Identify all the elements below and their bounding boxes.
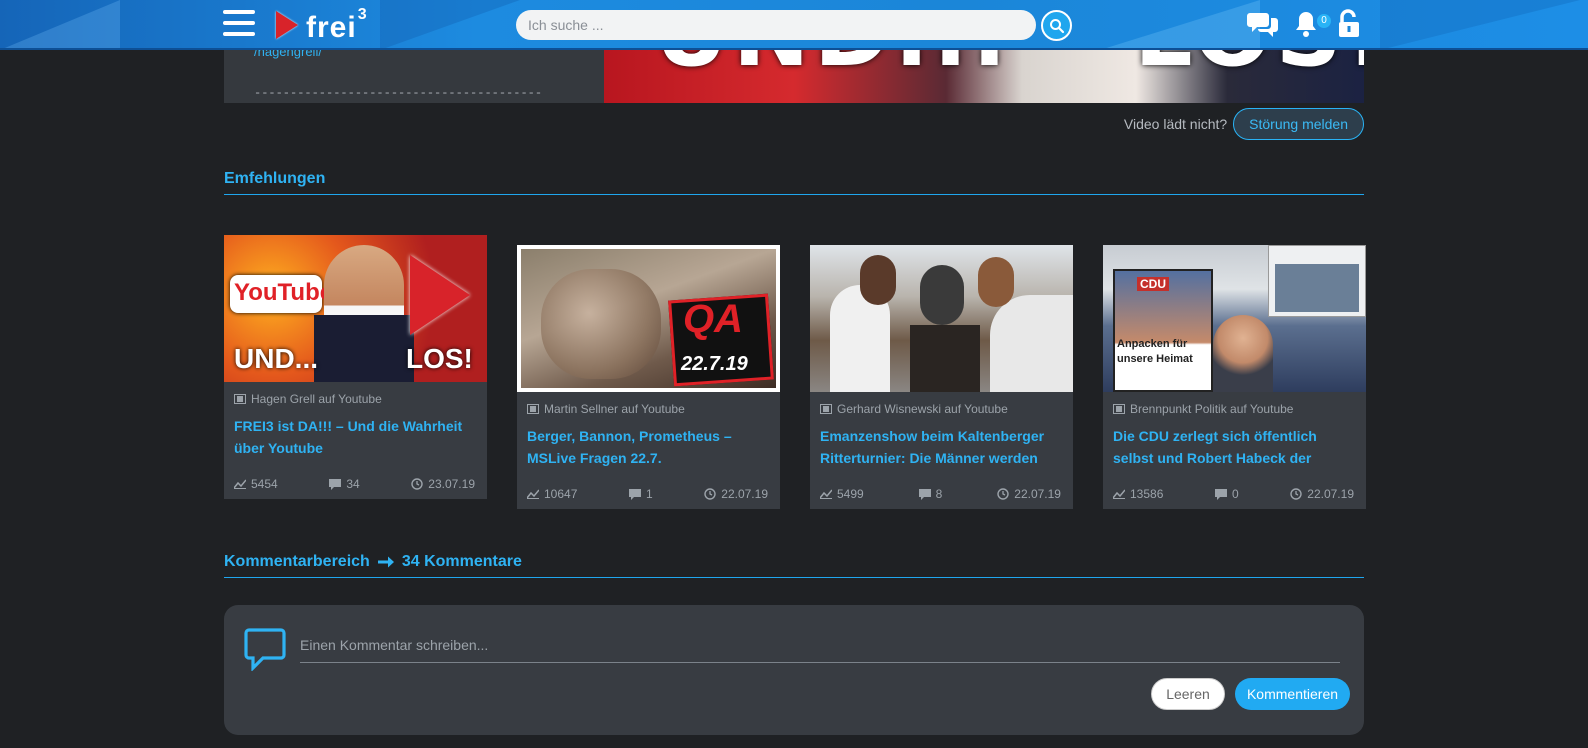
video-thumbnail[interactable] — [810, 245, 1073, 392]
submit-comment-button[interactable]: Kommentieren — [1235, 678, 1350, 710]
film-icon — [527, 404, 539, 414]
recommendation-card[interactable]: CDU Anpacken für unsere Heimat Brennpunk… — [1103, 245, 1366, 509]
thumb-text-und: UND... — [234, 343, 318, 374]
logo-superscript: 3 — [357, 5, 368, 23]
video-title-link[interactable]: Berger, Bannon, Prometheus – MSLive Frag… — [527, 425, 770, 469]
unlock-icon[interactable] — [1337, 9, 1361, 44]
comments-title-prefix: Kommentarbereich — [224, 553, 370, 570]
thumb-horse-right — [990, 295, 1073, 392]
thumb-poster-slogan: Anpacken für unsere Heimat — [1117, 338, 1193, 365]
chart-icon — [1113, 489, 1125, 499]
comment-icon — [329, 478, 342, 490]
comments-divider — [224, 577, 1364, 578]
upload-date: 23.07.19 — [411, 477, 475, 491]
thumb-cdu-text: CDU — [1137, 277, 1169, 291]
comments-count: 1 — [628, 487, 653, 501]
thumb-rider-right — [978, 257, 1014, 307]
clock-icon — [411, 478, 423, 490]
report-issue-button[interactable]: Störung melden — [1233, 108, 1364, 140]
chart-icon — [527, 489, 539, 499]
menu-icon[interactable] — [223, 10, 255, 40]
video-thumbnail[interactable]: QA 22.7.19 — [517, 245, 780, 392]
upload-date: 22.07.19 — [1290, 487, 1354, 501]
comments-count: 0 — [1214, 487, 1239, 501]
search-input[interactable] — [516, 10, 1036, 40]
comment-form: Leeren Kommentieren — [224, 605, 1364, 735]
arrow-right-icon — [377, 556, 394, 568]
thumb-rider-left — [860, 255, 896, 305]
video-title-link[interactable]: Emanzenshow beim Kaltenberger Ritterturn… — [820, 425, 1063, 469]
views-count: 10647 — [527, 487, 577, 501]
recommendation-card[interactable]: YouTube UND... LOS! Hagen Grell auf Yout… — [224, 235, 487, 499]
chat-icon[interactable] — [1247, 9, 1279, 44]
film-icon — [1113, 404, 1125, 414]
clear-button[interactable]: Leeren — [1151, 678, 1225, 710]
chart-icon — [234, 479, 246, 489]
channel-name: Martin Sellner auf Youtube — [527, 402, 770, 416]
views-count: 5454 — [234, 477, 278, 491]
recommendations-divider — [224, 194, 1364, 195]
comment-icon — [628, 488, 641, 500]
notification-badge: 0 — [1317, 14, 1331, 28]
recommendations-title: Emfehlungen — [224, 170, 326, 187]
site-logo[interactable]: frei3 — [276, 4, 368, 46]
play-logo-icon — [276, 11, 298, 39]
top-navbar: frei3 0 — [0, 0, 1588, 50]
upload-date: 22.07.19 — [997, 487, 1061, 501]
channel-name: Brennpunkt Politik auf Youtube — [1113, 402, 1356, 416]
clock-icon — [997, 488, 1009, 500]
channel-name: Hagen Grell auf Youtube — [234, 392, 477, 406]
speech-bubble-icon — [244, 628, 286, 671]
views-count: 5499 — [820, 487, 864, 501]
search-icon — [1049, 18, 1064, 33]
logo-text: frei — [306, 10, 357, 44]
thumb-face — [541, 269, 661, 379]
comment-icon — [1214, 488, 1227, 500]
film-icon — [234, 394, 246, 404]
thumb-text-los: LOS! — [406, 343, 473, 374]
clock-icon — [704, 488, 716, 500]
thumb-person — [1213, 315, 1273, 392]
comments-count-title: 34 Kommentare — [401, 553, 522, 570]
thumb-rider-center — [920, 265, 964, 325]
recommendation-card[interactable]: Gerhard Wisnewski auf Youtube Emanzensho… — [810, 245, 1073, 509]
views-count: 13586 — [1113, 487, 1163, 501]
bell-icon[interactable] — [1294, 9, 1318, 44]
comments-section-title: Kommentarbereich 34 Kommentare — [224, 553, 522, 571]
comment-icon — [918, 488, 931, 500]
film-icon — [820, 404, 832, 414]
video-title-link[interactable]: Die CDU zerlegt sich öffentlich selbst u… — [1113, 425, 1356, 469]
chart-icon — [820, 489, 832, 499]
recommendation-card[interactable]: QA 22.7.19 Martin Sellner auf Youtube Be… — [517, 245, 780, 509]
video-thumbnail[interactable]: YouTube UND... LOS! — [224, 235, 487, 382]
description-divider: ---------------------------------------- — [254, 86, 543, 100]
search-button[interactable] — [1041, 10, 1072, 41]
video-issue-row: Video lädt nicht? Störung melden — [1124, 108, 1364, 140]
video-thumbnail[interactable]: CDU Anpacken für unsere Heimat — [1103, 245, 1366, 392]
thumb-qa-text: QA — [683, 297, 743, 341]
comments-count: 8 — [918, 487, 942, 501]
upload-date: 22.07.19 — [704, 487, 768, 501]
comment-input[interactable] — [300, 627, 1340, 663]
comments-count: 34 — [329, 477, 360, 491]
thumb-inset-screenshot — [1268, 245, 1366, 317]
video-not-loading-text: Video lädt nicht? — [1123, 116, 1228, 132]
thumb-youtube-text: YouTube — [234, 279, 334, 306]
channel-name: Gerhard Wisnewski auf Youtube — [820, 402, 1063, 416]
video-title-link[interactable]: FREI3 ist DA!!! – Und die Wahrheit über … — [234, 415, 477, 459]
clock-icon — [1290, 488, 1302, 500]
thumb-date-text: 22.7.19 — [681, 353, 748, 375]
thumb-play-icon — [410, 255, 470, 335]
